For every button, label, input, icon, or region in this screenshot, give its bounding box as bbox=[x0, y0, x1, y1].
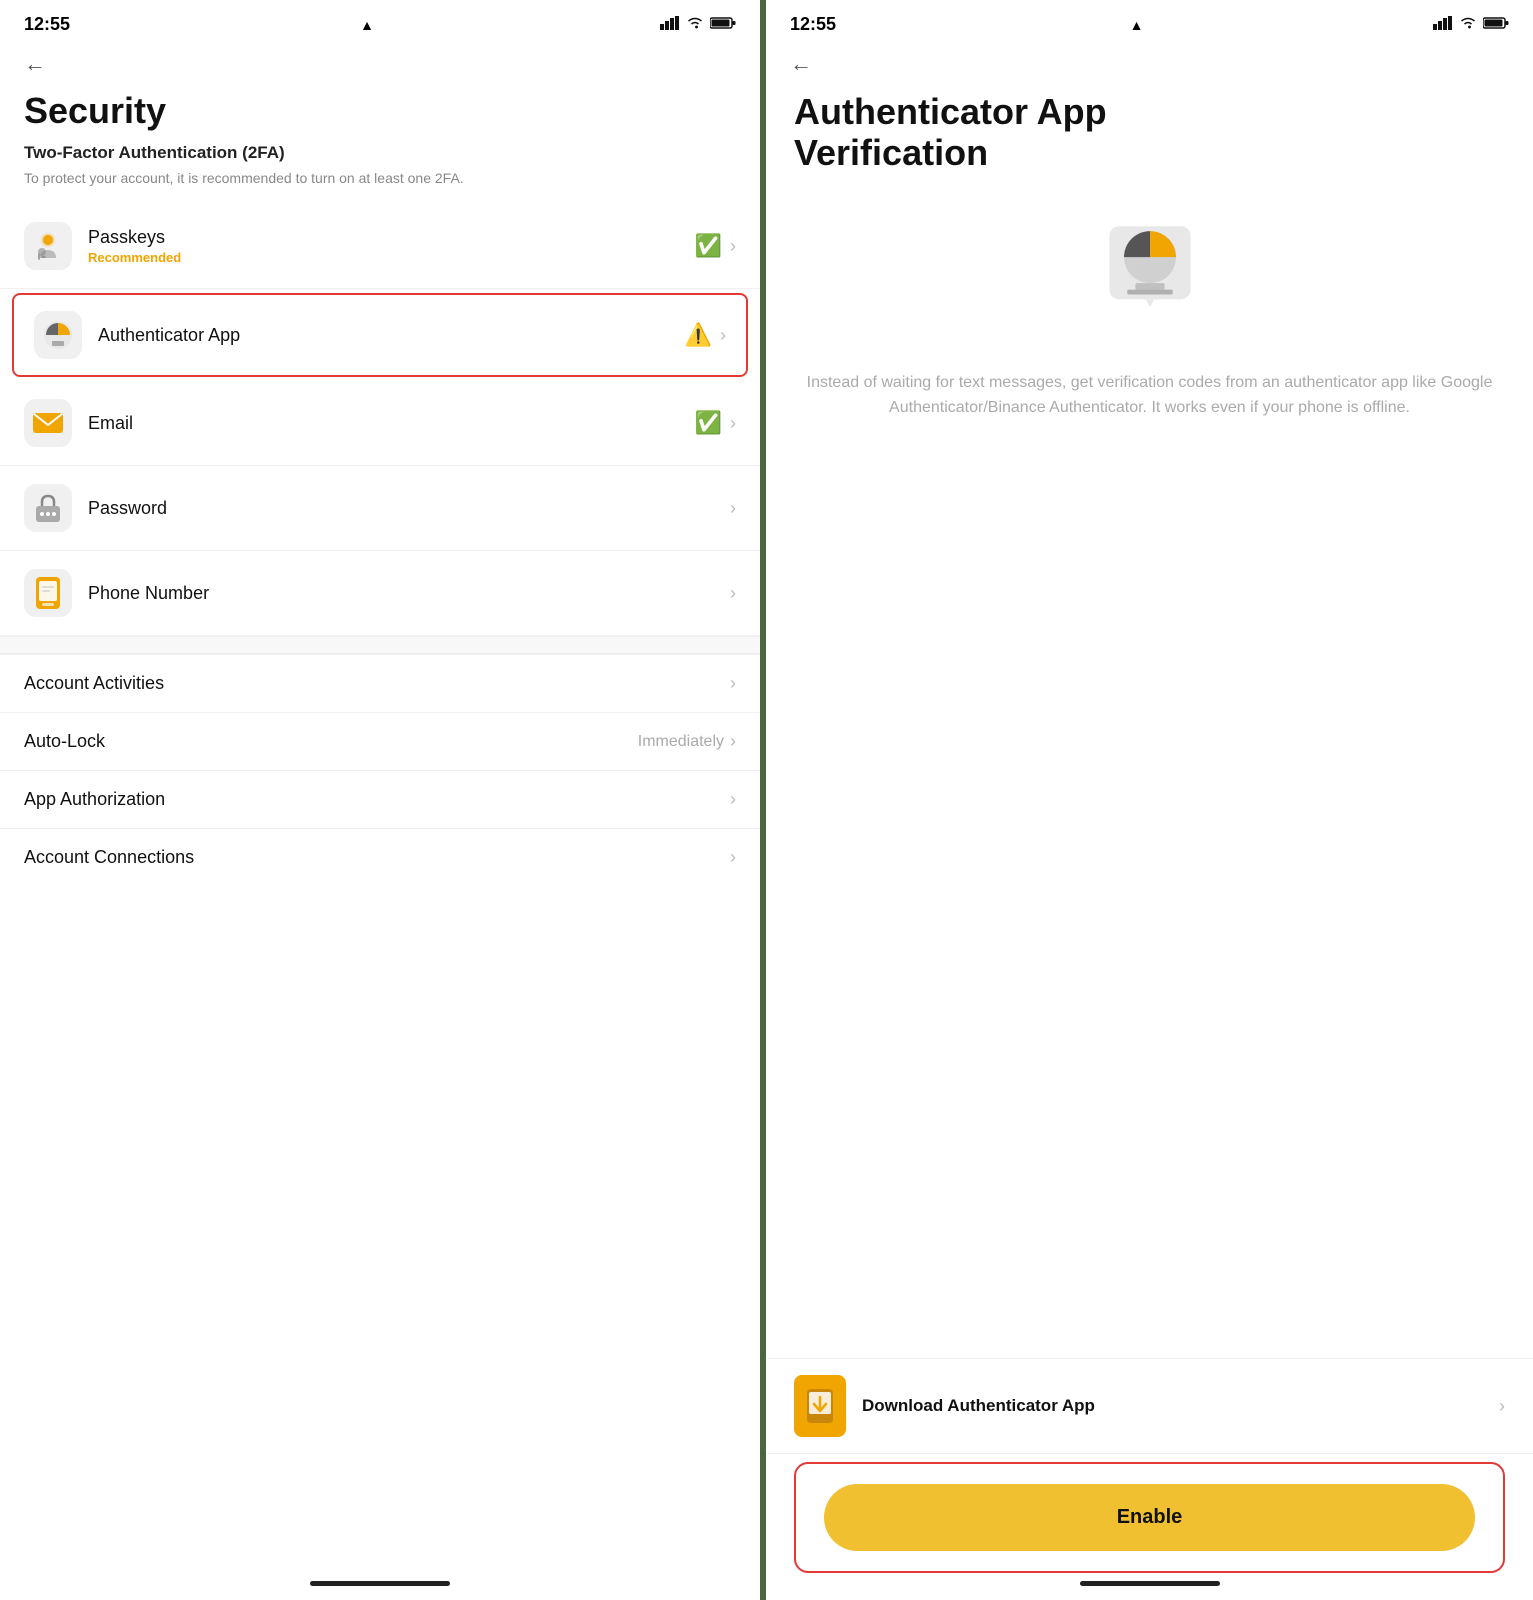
illustration-area bbox=[766, 180, 1533, 360]
signal-icon-right bbox=[1433, 15, 1453, 35]
password-label: Password bbox=[88, 498, 730, 519]
time-right: 12:55 bbox=[790, 14, 836, 35]
enable-button-wrapper: Enable bbox=[794, 1462, 1505, 1573]
home-indicator-left bbox=[310, 1581, 450, 1586]
passkeys-info: Passkeys Recommended bbox=[88, 227, 695, 265]
download-chevron: › bbox=[1499, 1396, 1505, 1417]
location-icon-left: ▲ bbox=[360, 17, 374, 33]
download-row[interactable]: Download Authenticator App › bbox=[766, 1358, 1533, 1454]
page-title-left: Security bbox=[0, 81, 760, 137]
signal-icon-left bbox=[660, 15, 680, 35]
activities-label: Account Activities bbox=[24, 673, 730, 694]
wifi-icon-left bbox=[686, 15, 704, 35]
enable-button[interactable]: Enable bbox=[824, 1484, 1475, 1551]
email-chevron: › bbox=[730, 413, 736, 434]
list-item-phone[interactable]: Phone Number › bbox=[0, 551, 760, 636]
description-text: Instead of waiting for text messages, ge… bbox=[766, 360, 1533, 451]
twofa-desc: To protect your account, it is recommend… bbox=[0, 167, 760, 205]
status-bar-left: 12:55 ▲ bbox=[0, 0, 760, 41]
list-item-passkeys[interactable]: Passkeys Recommended ✅ › bbox=[0, 204, 760, 289]
page-title-right: Authenticator App Verification bbox=[766, 81, 1533, 180]
list-item-password[interactable]: Password › bbox=[0, 466, 760, 551]
email-icon bbox=[24, 399, 72, 447]
phone-icon bbox=[24, 569, 72, 617]
time-left: 12:55 bbox=[24, 14, 70, 35]
connections-label: Account Connections bbox=[24, 847, 730, 868]
connections-chevron: › bbox=[730, 847, 736, 868]
email-label: Email bbox=[88, 413, 695, 434]
password-icon bbox=[24, 484, 72, 532]
status-bar-right: 12:55 ▲ bbox=[766, 0, 1533, 41]
status-icons-right bbox=[1433, 15, 1509, 35]
back-button-left[interactable]: ← bbox=[0, 41, 760, 81]
right-panel: 12:55 ▲ ← Authenticator App Verification bbox=[766, 0, 1533, 1600]
battery-icon-right bbox=[1483, 15, 1509, 35]
phone-label: Phone Number bbox=[88, 583, 730, 604]
passkeys-icon bbox=[24, 222, 72, 270]
authenticator-icon bbox=[34, 311, 82, 359]
appauth-label: App Authorization bbox=[24, 789, 730, 810]
list-item-authenticator[interactable]: Authenticator App ⚠️ › bbox=[12, 293, 748, 377]
left-panel: 12:55 ▲ ← Security Two-Factor Authentica… bbox=[0, 0, 766, 1600]
twofa-label: Two-Factor Authentication (2FA) bbox=[0, 137, 760, 167]
appauth-chevron: › bbox=[730, 789, 736, 810]
menu-item-appauth[interactable]: App Authorization › bbox=[0, 770, 760, 828]
location-icon-right: ▲ bbox=[1130, 17, 1144, 33]
download-label: Download Authenticator App bbox=[862, 1396, 1095, 1416]
menu-item-autolock[interactable]: Auto-Lock Immediately › bbox=[0, 712, 760, 770]
authenticator-chevron: › bbox=[720, 325, 726, 346]
download-icon bbox=[794, 1375, 846, 1437]
autolock-chevron: › bbox=[730, 731, 736, 752]
back-button-right[interactable]: ← bbox=[766, 41, 1533, 81]
authenticator-label: Authenticator App bbox=[98, 325, 685, 346]
menu-item-connections[interactable]: Account Connections › bbox=[0, 828, 760, 886]
passkeys-chevron: › bbox=[730, 236, 736, 257]
phone-chevron: › bbox=[730, 583, 736, 604]
email-status: ✅ bbox=[695, 410, 722, 436]
autolock-label: Auto-Lock bbox=[24, 731, 638, 752]
password-chevron: › bbox=[730, 498, 736, 519]
wifi-icon-right bbox=[1459, 15, 1477, 35]
auth-app-illustration bbox=[1085, 210, 1215, 340]
activities-chevron: › bbox=[730, 673, 736, 694]
authenticator-status: ⚠️ bbox=[685, 322, 712, 348]
home-indicator-right bbox=[1080, 1581, 1220, 1586]
section-gap-1 bbox=[0, 636, 760, 654]
battery-icon-left bbox=[710, 15, 736, 35]
autolock-value: Immediately bbox=[638, 733, 724, 751]
passkeys-status: ✅ bbox=[695, 233, 722, 259]
menu-item-activities[interactable]: Account Activities › bbox=[0, 654, 760, 712]
passkeys-label: Passkeys bbox=[88, 227, 695, 248]
list-item-email[interactable]: Email ✅ › bbox=[0, 381, 760, 466]
passkeys-sublabel: Recommended bbox=[88, 250, 695, 265]
status-icons-left bbox=[660, 15, 736, 35]
